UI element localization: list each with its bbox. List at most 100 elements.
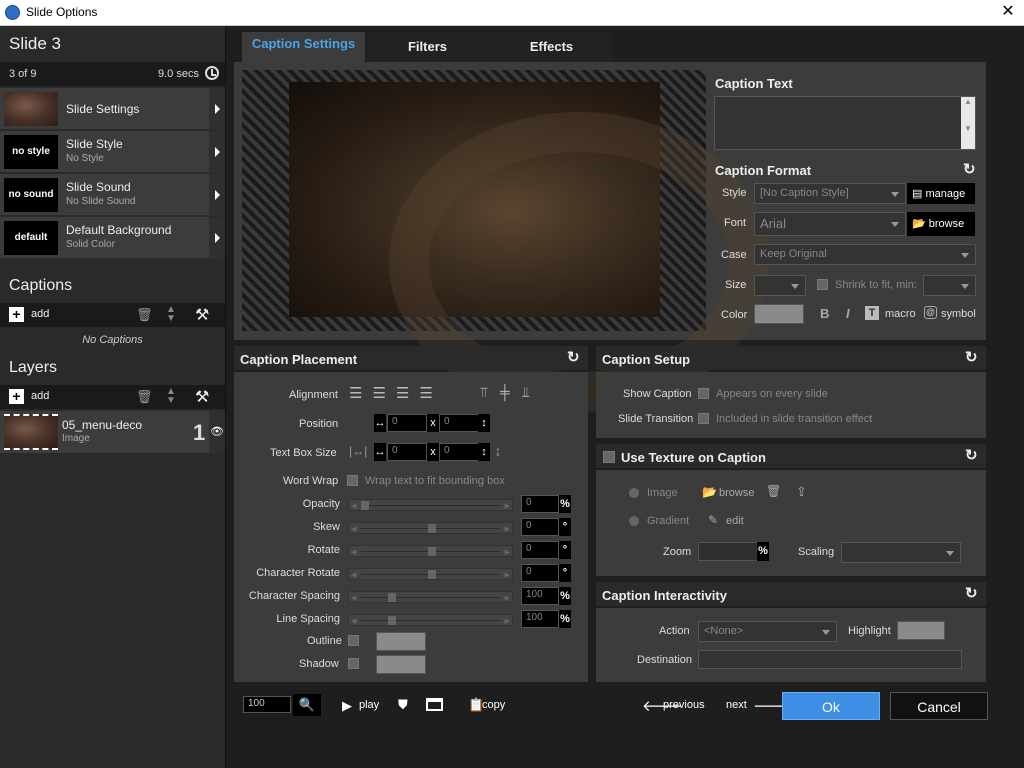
- layer-item[interactable]: 05_menu-deco Image 1 👁: [0, 411, 225, 453]
- macro-icon[interactable]: T: [865, 306, 879, 320]
- zoom-input[interactable]: [698, 542, 758, 561]
- up-down-icon[interactable]: ▲ ▼: [166, 387, 176, 406]
- manage-button[interactable]: ▤ manage: [907, 183, 975, 204]
- textbox-width-input[interactable]: 0: [387, 443, 427, 461]
- browse-font-button[interactable]: 📂 browse: [907, 212, 975, 236]
- window-icon[interactable]: [426, 698, 443, 711]
- bold-icon[interactable]: B: [820, 306, 829, 321]
- slider-track[interactable]: ◀ ▶: [348, 499, 513, 511]
- color-swatch[interactable]: [754, 304, 804, 324]
- fit-height-icon[interactable]: ↨: [495, 444, 501, 458]
- highlight-color-swatch[interactable]: [897, 621, 945, 640]
- play-icon[interactable]: ▶: [342, 698, 352, 714]
- shrink-min-select[interactable]: [923, 275, 976, 296]
- tab-effects[interactable]: Effects: [490, 32, 613, 62]
- valign-buttons[interactable]: ⫪╪⫫: [480, 384, 542, 401]
- textbox-height-input[interactable]: 0: [439, 443, 479, 461]
- slider-track[interactable]: ◀ ▶: [348, 522, 513, 534]
- chevron-right-icon[interactable]: [209, 174, 225, 216]
- outline-color-swatch[interactable]: [376, 632, 426, 651]
- trash-icon[interactable]: 🗑: [766, 484, 781, 498]
- align-center-icon[interactable]: ☰: [372, 385, 395, 402]
- cancel-button[interactable]: Cancel: [890, 692, 988, 720]
- sidebar-item-slide-settings[interactable]: Slide Settings: [0, 88, 225, 130]
- trash-icon[interactable]: 🗑: [136, 307, 153, 322]
- fit-width-icon[interactable]: |↔|: [349, 444, 367, 458]
- up-down-icon[interactable]: ▲ ▼: [166, 305, 176, 324]
- trash-icon[interactable]: 🗑: [136, 389, 153, 404]
- align-bottom-icon[interactable]: ⫫: [522, 384, 542, 400]
- slider-value-input[interactable]: 0: [521, 541, 559, 559]
- search-icon[interactable]: 🔍: [293, 694, 321, 716]
- align-buttons[interactable]: ☰☰☰☰: [349, 384, 443, 402]
- eye-icon[interactable]: 👁: [209, 411, 225, 453]
- image-radio[interactable]: [629, 488, 639, 498]
- texture-checkbox[interactable]: [603, 451, 615, 463]
- slider-value-input[interactable]: 0: [521, 564, 559, 582]
- chevron-right-icon[interactable]: [209, 88, 225, 130]
- slider-knob[interactable]: [427, 570, 436, 579]
- slider-value-input[interactable]: 0: [521, 495, 559, 513]
- wordwrap-checkbox[interactable]: [347, 475, 358, 486]
- shield-icon[interactable]: ⛊: [398, 697, 408, 713]
- add-layer-button[interactable]: add: [31, 390, 49, 402]
- slider-track[interactable]: ◀ ▶: [348, 545, 513, 557]
- case-select[interactable]: Keep Original: [754, 244, 976, 265]
- slider-track[interactable]: ◀ ▶: [348, 591, 513, 603]
- close-icon[interactable]: ✕: [998, 2, 1018, 22]
- slider-knob[interactable]: [387, 593, 396, 602]
- ok-button[interactable]: Ok: [782, 692, 880, 720]
- position-x-input[interactable]: 0: [387, 414, 427, 432]
- align-right-icon[interactable]: ☰: [396, 385, 419, 402]
- add-caption-button[interactable]: add: [31, 308, 49, 320]
- slider-knob[interactable]: [427, 524, 436, 533]
- slider-knob[interactable]: [427, 547, 436, 556]
- align-justify-icon[interactable]: ☰: [419, 385, 442, 402]
- scrollbar[interactable]: ▲ ▼: [961, 97, 975, 149]
- play-button[interactable]: play: [359, 699, 379, 711]
- scaling-select[interactable]: [841, 542, 961, 563]
- folder-icon[interactable]: 📂: [702, 485, 717, 499]
- caption-text-field[interactable]: ▲ ▼: [714, 96, 976, 150]
- slider-value-input[interactable]: 100: [521, 610, 559, 628]
- texture-browse-button[interactable]: browse: [719, 487, 754, 499]
- slider-track[interactable]: ◀ ▶: [348, 568, 513, 580]
- align-left-icon[interactable]: ☰: [349, 385, 372, 402]
- chevron-right-icon[interactable]: [209, 131, 225, 173]
- style-select[interactable]: [No Caption Style]: [754, 183, 906, 204]
- align-middle-icon[interactable]: ╪: [500, 384, 522, 400]
- destination-input[interactable]: [698, 650, 962, 669]
- shrink-checkbox[interactable]: [817, 279, 828, 290]
- italic-icon[interactable]: I: [846, 306, 850, 321]
- reset-icon[interactable]: ↻: [567, 348, 580, 366]
- shadow-color-swatch[interactable]: [376, 655, 426, 674]
- transition-checkbox[interactable]: [698, 413, 709, 424]
- symbol-icon[interactable]: @: [924, 306, 937, 319]
- copy-button[interactable]: copy: [482, 699, 505, 711]
- edit-gradient-button[interactable]: edit: [726, 515, 744, 527]
- action-select[interactable]: <None>: [698, 621, 837, 642]
- slider-knob[interactable]: [387, 616, 396, 625]
- tools-icon[interactable]: ⚒: [195, 387, 209, 407]
- outline-checkbox[interactable]: [348, 635, 359, 646]
- slide-duration[interactable]: 9.0 secs: [158, 68, 199, 80]
- symbol-button[interactable]: symbol: [941, 308, 976, 320]
- previous-button[interactable]: previous: [663, 699, 705, 711]
- reset-icon[interactable]: ↻: [965, 348, 978, 366]
- slider-track[interactable]: ◀ ▶: [348, 614, 513, 626]
- sidebar-item-default-background[interactable]: default Default Background Solid Color: [0, 217, 225, 259]
- position-y-input[interactable]: 0: [439, 414, 479, 432]
- slider-value-input[interactable]: 0: [521, 518, 559, 536]
- slider-value-input[interactable]: 100: [521, 587, 559, 605]
- shadow-checkbox[interactable]: [348, 658, 359, 669]
- pencil-icon[interactable]: ✎: [708, 513, 718, 527]
- chevron-right-icon[interactable]: [209, 217, 225, 259]
- tab-filters[interactable]: Filters: [366, 32, 489, 62]
- clock-icon[interactable]: [205, 66, 219, 80]
- sidebar-item-slide-style[interactable]: no style Slide Style No Style: [0, 131, 225, 173]
- tab-caption-settings[interactable]: Caption Settings: [242, 32, 365, 62]
- next-button[interactable]: next: [726, 699, 747, 711]
- sidebar-item-slide-sound[interactable]: no sound Slide Sound No Slide Sound: [0, 174, 225, 216]
- gradient-radio[interactable]: [629, 516, 639, 526]
- font-select[interactable]: Arial: [754, 212, 906, 236]
